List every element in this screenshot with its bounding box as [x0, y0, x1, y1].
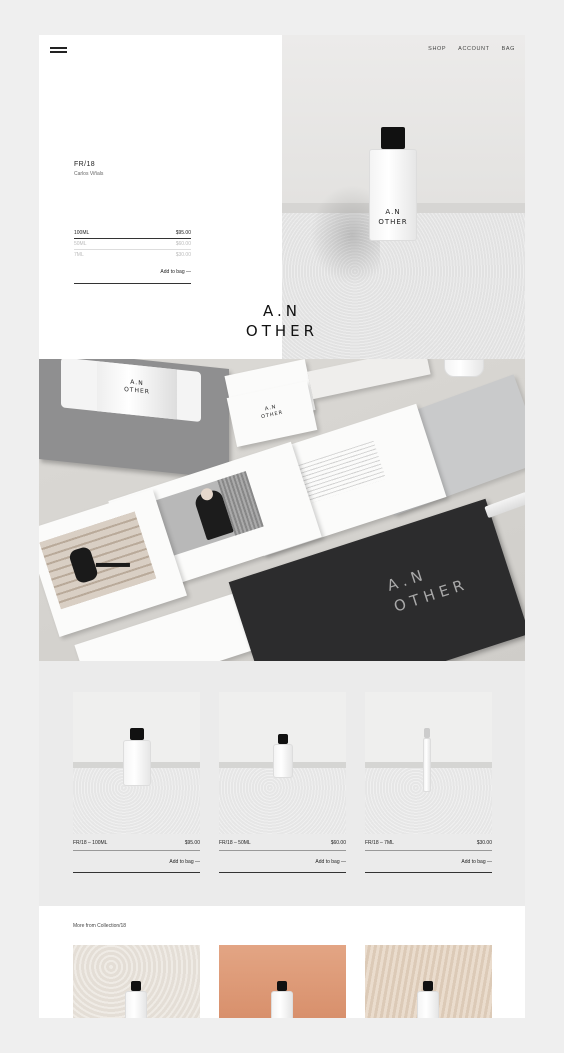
gift-box: A.N OTHER: [39, 359, 229, 479]
section-title: More from Collection/18: [73, 923, 127, 929]
brand-logo: A.N OTHER: [161, 301, 404, 341]
product-card: FR/18 – 100ML $95.00 Add to bag —: [73, 692, 200, 873]
size-label: 50ML: [74, 240, 87, 247]
bottle-label: A.N: [385, 208, 401, 216]
product-card: FR/18 – 7ML $30.00 Add to bag —: [365, 692, 492, 873]
product-card: FR/18 – 50ML $60.00 Add to bag —: [219, 692, 346, 873]
product-name: FR/18 – 50ML: [219, 840, 251, 846]
perfume-bottle-image: A.N OTHER: [369, 127, 417, 253]
product-info: FR/18 – 100ML $95.00: [73, 840, 200, 851]
product-name: FR/18 – 7ML: [365, 840, 394, 846]
size-option-100ml[interactable]: 100ML $95.00: [74, 228, 191, 239]
add-to-bag-button[interactable]: Add to bag —: [219, 859, 346, 873]
product-price: $60.00: [330, 840, 346, 846]
bottle-label: OTHER: [378, 218, 408, 226]
menu-icon[interactable]: [50, 47, 67, 53]
size-price: $60.00: [175, 240, 191, 247]
brand-stationery-image: A.N OTHER A.N OTHER A.N OTHER: [39, 359, 525, 661]
logo-line: OTHER: [245, 322, 319, 340]
hero-section: FR/18 Carlos Viñals 100ML $95.00 50ML $6…: [39, 35, 525, 359]
collection-card[interactable]: [219, 945, 346, 1018]
product-perfumer: Carlos Viñals: [74, 171, 104, 177]
nav-bag[interactable]: BAG: [502, 46, 515, 52]
size-label: 100ML: [74, 229, 90, 236]
size-label: 7ML: [74, 251, 84, 258]
product-image[interactable]: [73, 692, 200, 834]
nav-account[interactable]: ACCOUNT: [458, 46, 489, 52]
nav-shop[interactable]: SHOP: [428, 46, 446, 52]
top-nav: SHOP ACCOUNT BAG: [428, 46, 515, 52]
collection-card[interactable]: [73, 945, 200, 1018]
product-name: FR/18 – 100ML: [73, 840, 108, 846]
product-price: $30.00: [476, 840, 492, 846]
product-image[interactable]: [219, 692, 346, 834]
size-price: $95.00: [175, 229, 191, 236]
size-option-7ml[interactable]: 7ML $30.00: [74, 250, 191, 260]
bottle-top: [444, 359, 484, 379]
tag-card: [307, 359, 431, 400]
product-image[interactable]: [365, 692, 492, 834]
product-grid: FR/18 – 100ML $95.00 Add to bag — FR/18 …: [39, 661, 525, 906]
sample-vial: [484, 491, 525, 519]
add-to-bag-button[interactable]: Add to bag —: [365, 859, 492, 873]
more-collection-section: More from Collection/18: [39, 906, 525, 1018]
collection-card[interactable]: [365, 945, 492, 1018]
product-title: FR/18: [74, 161, 96, 168]
size-option-50ml[interactable]: 50ML $60.00: [74, 239, 191, 250]
add-to-bag-button[interactable]: Add to bag —: [74, 269, 191, 284]
product-info: FR/18 – 7ML $30.00: [365, 840, 492, 851]
logo-line: A.N: [263, 302, 301, 320]
add-to-bag-button[interactable]: Add to bag —: [73, 859, 200, 873]
product-price: $95.00: [184, 840, 200, 846]
size-price: $30.00: [175, 251, 191, 258]
page-frame: FR/18 Carlos Viñals 100ML $95.00 50ML $6…: [39, 35, 525, 1018]
size-selector: 100ML $95.00 50ML $60.00 7ML $30.00: [74, 228, 191, 260]
product-info: FR/18 – 50ML $60.00: [219, 840, 346, 851]
